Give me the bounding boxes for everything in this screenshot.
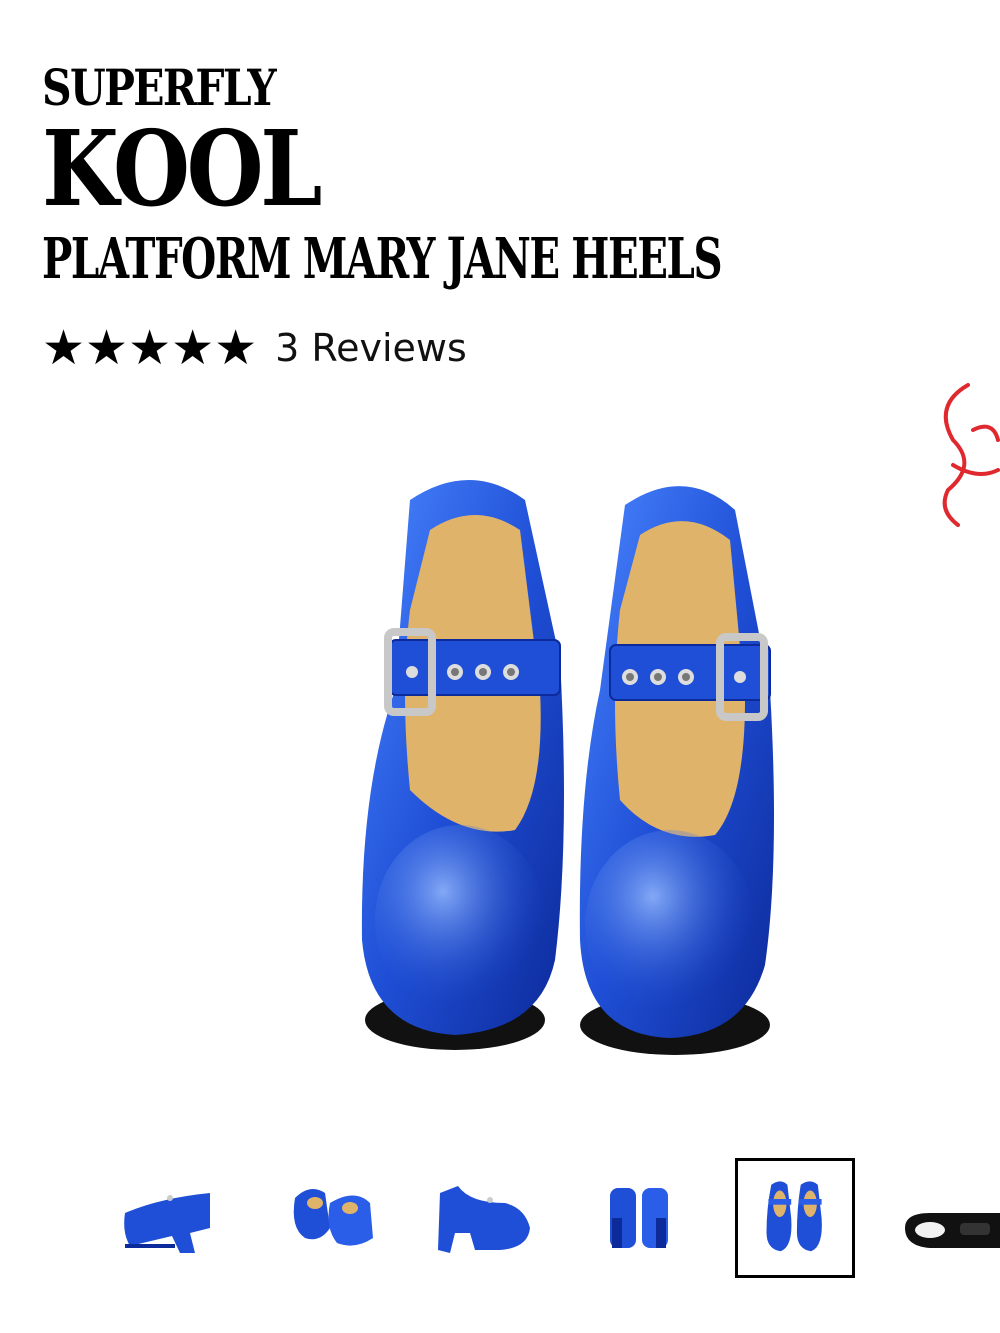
- thumbnail-5[interactable]: [735, 1158, 855, 1278]
- rating-row: ★★★★★ 3 Reviews: [42, 320, 467, 376]
- thumbnail-strip: [110, 1158, 1000, 1280]
- shoe-pair-angle-icon: [293, 1189, 373, 1246]
- thumbnail-6[interactable]: [890, 1158, 1000, 1278]
- left-shoe: [361, 480, 564, 1050]
- next-slide-peek[interactable]: [928, 370, 1000, 540]
- shoe-pair-top-view-icon: [361, 480, 774, 1055]
- thumbnail-3[interactable]: [430, 1158, 550, 1278]
- product-name: KOOL: [42, 107, 322, 230]
- thumbnail-4[interactable]: [580, 1158, 700, 1278]
- shoe-pair-back-icon: [610, 1188, 668, 1248]
- shoe-side-icon: [124, 1193, 210, 1253]
- right-shoe: [579, 486, 774, 1055]
- shoe-side-icon: [438, 1186, 530, 1253]
- shoe-sole-icon: [905, 1213, 1000, 1248]
- thumbnail-1[interactable]: [110, 1158, 230, 1278]
- thumbnail-2[interactable]: [275, 1158, 395, 1278]
- product-subtitle: PLATFORM MARY JANE HEELS: [42, 226, 723, 292]
- main-product-image[interactable]: [340, 460, 800, 1100]
- product-title-block: SUPERFLY KOOL PLATFORM MARY JANE HEELS: [42, 58, 985, 290]
- rating-stars-icon: ★★★★★: [42, 320, 258, 376]
- reviews-link[interactable]: 3 Reviews: [275, 326, 467, 370]
- signature-scribble-icon: [942, 383, 1000, 527]
- shoe-pair-top-icon: [766, 1181, 822, 1252]
